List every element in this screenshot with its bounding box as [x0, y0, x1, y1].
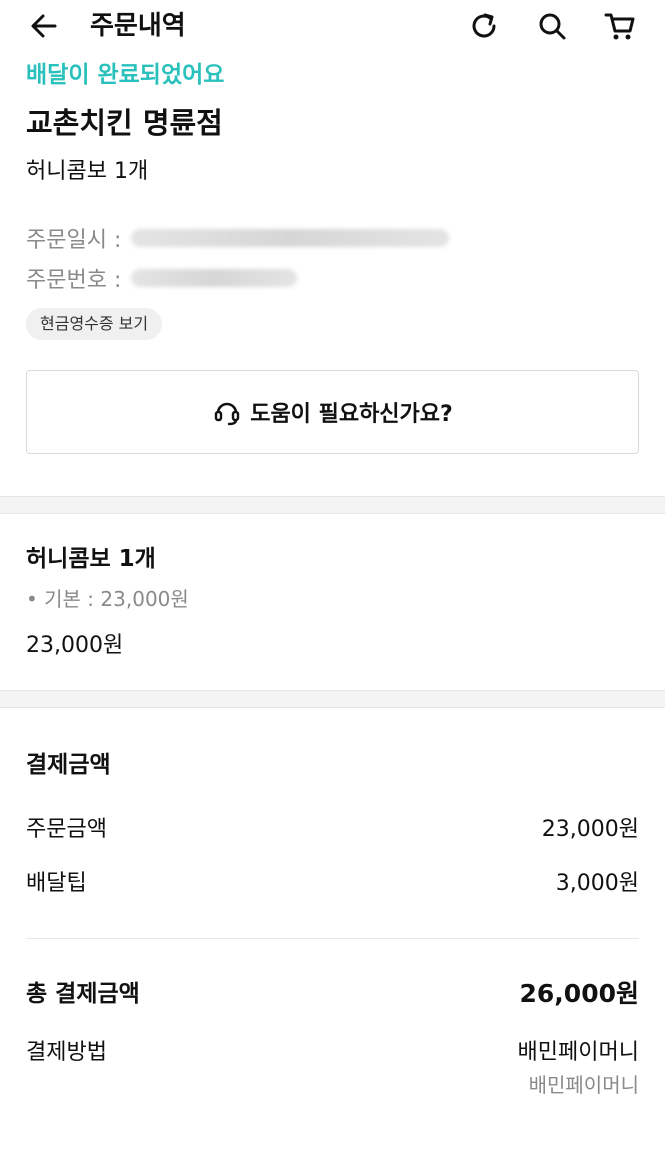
payment-method-label: 결제방법 — [26, 1040, 107, 1065]
cash-receipt-button[interactable]: 현금영수증 보기 — [26, 308, 163, 340]
top-bar: 주문내역 — [0, 0, 665, 52]
order-info-section: 배달이 완료되었어요 교촌치킨 명륜점 허니콤보 1개 주문일시 : 주문번호 … — [0, 58, 665, 496]
search-icon — [539, 13, 566, 40]
order-amount-row: 주문금액 23,000원 — [26, 814, 639, 846]
search-button[interactable] — [534, 8, 570, 44]
delivery-tip-row: 배달팁 3,000원 — [26, 868, 639, 900]
store-name: 교촌치킨 명륜점 — [26, 106, 223, 140]
item-option: • 기본 : 23,000원 — [26, 587, 189, 611]
total-value: 26,000원 — [519, 979, 639, 1008]
payment-method-values: 배민페이머니 배민페이머니 — [518, 1037, 639, 1101]
order-date-label: 주문일시 : — [26, 228, 122, 253]
payment-divider — [26, 938, 639, 939]
order-number-label: 주문번호 : — [26, 268, 122, 293]
headset-icon — [215, 402, 240, 426]
payment-method-sub: 배민페이머니 — [528, 1073, 639, 1097]
total-label: 총 결제금액 — [26, 981, 140, 1007]
payment-method-value: 배민페이머니 — [517, 1040, 639, 1065]
help-button[interactable]: 도움이 필요하신가요? — [26, 370, 639, 454]
page-title: 주문내역 — [90, 11, 186, 41]
section-divider — [0, 690, 665, 708]
order-amount-value: 23,000원 — [541, 817, 639, 842]
cart-icon — [604, 13, 635, 40]
total-row: 총 결제금액 26,000원 — [26, 977, 639, 1011]
refresh-icon — [472, 13, 496, 38]
order-number-row: 주문번호 : — [26, 258, 639, 298]
payment-method-row: 결제방법 배민페이머니 배민페이머니 — [26, 1037, 639, 1101]
order-summary: 허니콤보 1개 — [26, 159, 149, 184]
ordered-item-section: 허니콤보 1개 • 기본 : 23,000원 23,000원 — [0, 514, 665, 690]
delivery-status: 배달이 완료되었어요 — [26, 62, 225, 88]
item-name: 허니콤보 1개 — [26, 546, 156, 572]
order-date-row: 주문일시 : — [26, 218, 639, 258]
order-amount-label: 주문금액 — [26, 817, 107, 842]
payment-title: 결제금액 — [26, 752, 111, 778]
item-price: 23,000원 — [26, 633, 124, 658]
refresh-button[interactable] — [466, 8, 502, 44]
order-date-value-redacted — [131, 229, 450, 247]
cart-button[interactable] — [602, 8, 638, 44]
order-meta: 주문일시 : 주문번호 : — [26, 218, 639, 298]
payment-section: 결제금액 주문금액 23,000원 배달팁 3,000원 총 결제금액 26,0… — [0, 708, 665, 1101]
delivery-tip-value: 3,000원 — [555, 871, 639, 896]
delivery-tip-label: 배달팁 — [26, 871, 87, 896]
order-number-value-redacted — [131, 269, 298, 287]
section-divider — [0, 496, 665, 514]
arrow-left-icon — [31, 14, 57, 38]
help-button-label: 도움이 필요하신가요? — [250, 402, 453, 427]
back-button[interactable] — [26, 10, 62, 42]
